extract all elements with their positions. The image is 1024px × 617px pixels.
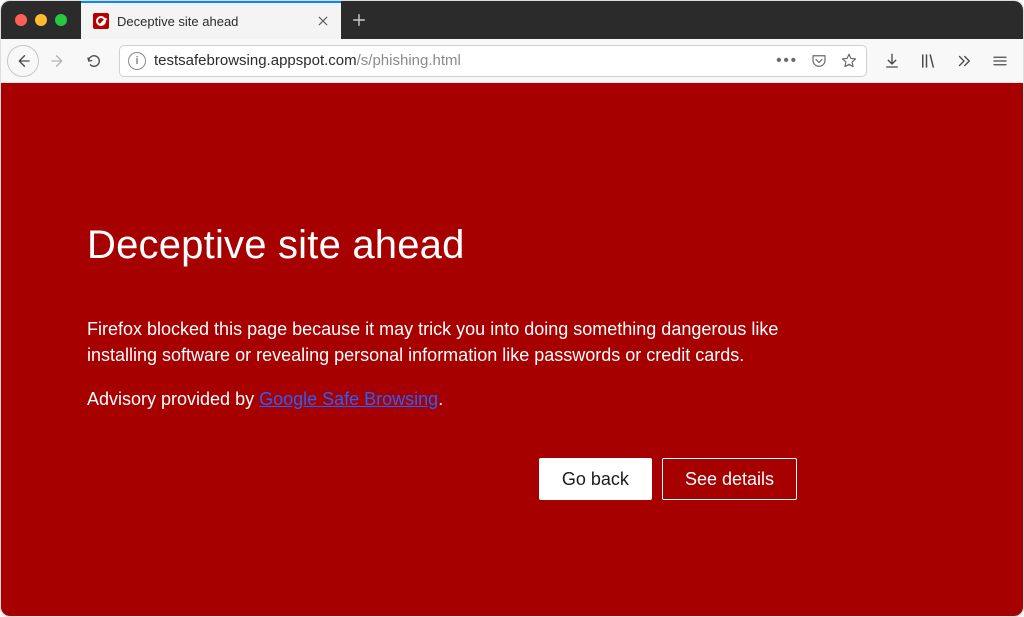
star-icon[interactable] bbox=[840, 52, 858, 70]
window-controls bbox=[1, 1, 81, 39]
warning-buttons: Go back See details bbox=[87, 458, 831, 500]
safe-browsing-link[interactable]: Google Safe Browsing bbox=[259, 389, 438, 409]
pocket-icon[interactable] bbox=[810, 52, 828, 70]
site-info-icon[interactable]: i bbox=[128, 52, 146, 70]
warning-body: Firefox blocked this page because it may… bbox=[87, 316, 831, 368]
url-domain: testsafebrowsing.appspot.com bbox=[154, 52, 357, 69]
address-bar[interactable]: i testsafebrowsing.appspot.com/s/phishin… bbox=[119, 45, 867, 77]
advisory-suffix: . bbox=[438, 389, 443, 409]
arrow-left-icon bbox=[14, 52, 32, 70]
overflow-button[interactable] bbox=[947, 45, 981, 77]
browser-window: Deceptive site ahead i testsafebrowsing.… bbox=[0, 0, 1024, 617]
advisory-prefix: Advisory provided by bbox=[87, 389, 259, 409]
close-icon bbox=[317, 15, 329, 27]
warning-panel: Deceptive site ahead Firefox blocked thi… bbox=[1, 83, 861, 500]
page-actions-button[interactable]: ••• bbox=[776, 52, 798, 69]
warning-favicon-icon bbox=[93, 13, 109, 29]
plus-icon bbox=[352, 13, 366, 27]
maximize-window-button[interactable] bbox=[55, 14, 67, 26]
go-back-button[interactable]: Go back bbox=[539, 458, 652, 500]
library-icon bbox=[919, 52, 937, 70]
warning-advisory: Advisory provided by Google Safe Browsin… bbox=[87, 386, 831, 412]
new-tab-button[interactable] bbox=[341, 1, 377, 39]
arrow-right-icon bbox=[49, 52, 67, 70]
toolbar: i testsafebrowsing.appspot.com/s/phishin… bbox=[1, 39, 1023, 83]
reload-icon bbox=[85, 52, 103, 70]
downloads-button[interactable] bbox=[875, 45, 909, 77]
tab-title: Deceptive site ahead bbox=[117, 14, 307, 29]
warning-page: Deceptive site ahead Firefox blocked thi… bbox=[1, 83, 1023, 616]
menu-icon bbox=[991, 52, 1009, 70]
forward-button[interactable] bbox=[41, 45, 75, 77]
url-text: testsafebrowsing.appspot.com/s/phishing.… bbox=[154, 52, 768, 69]
download-icon bbox=[883, 52, 901, 70]
minimize-window-button[interactable] bbox=[35, 14, 47, 26]
tab-strip: Deceptive site ahead bbox=[1, 1, 1023, 39]
app-menu-button[interactable] bbox=[983, 45, 1017, 77]
warning-heading: Deceptive site ahead bbox=[87, 223, 831, 268]
chevron-double-right-icon bbox=[955, 52, 973, 70]
tab-close-button[interactable] bbox=[315, 13, 331, 29]
see-details-button[interactable]: See details bbox=[662, 458, 797, 500]
urlbar-actions: ••• bbox=[776, 52, 858, 70]
back-button[interactable] bbox=[7, 45, 39, 77]
reload-button[interactable] bbox=[77, 45, 111, 77]
active-tab[interactable]: Deceptive site ahead bbox=[81, 1, 341, 39]
url-path: /s/phishing.html bbox=[357, 52, 461, 69]
close-window-button[interactable] bbox=[15, 14, 27, 26]
library-button[interactable] bbox=[911, 45, 945, 77]
